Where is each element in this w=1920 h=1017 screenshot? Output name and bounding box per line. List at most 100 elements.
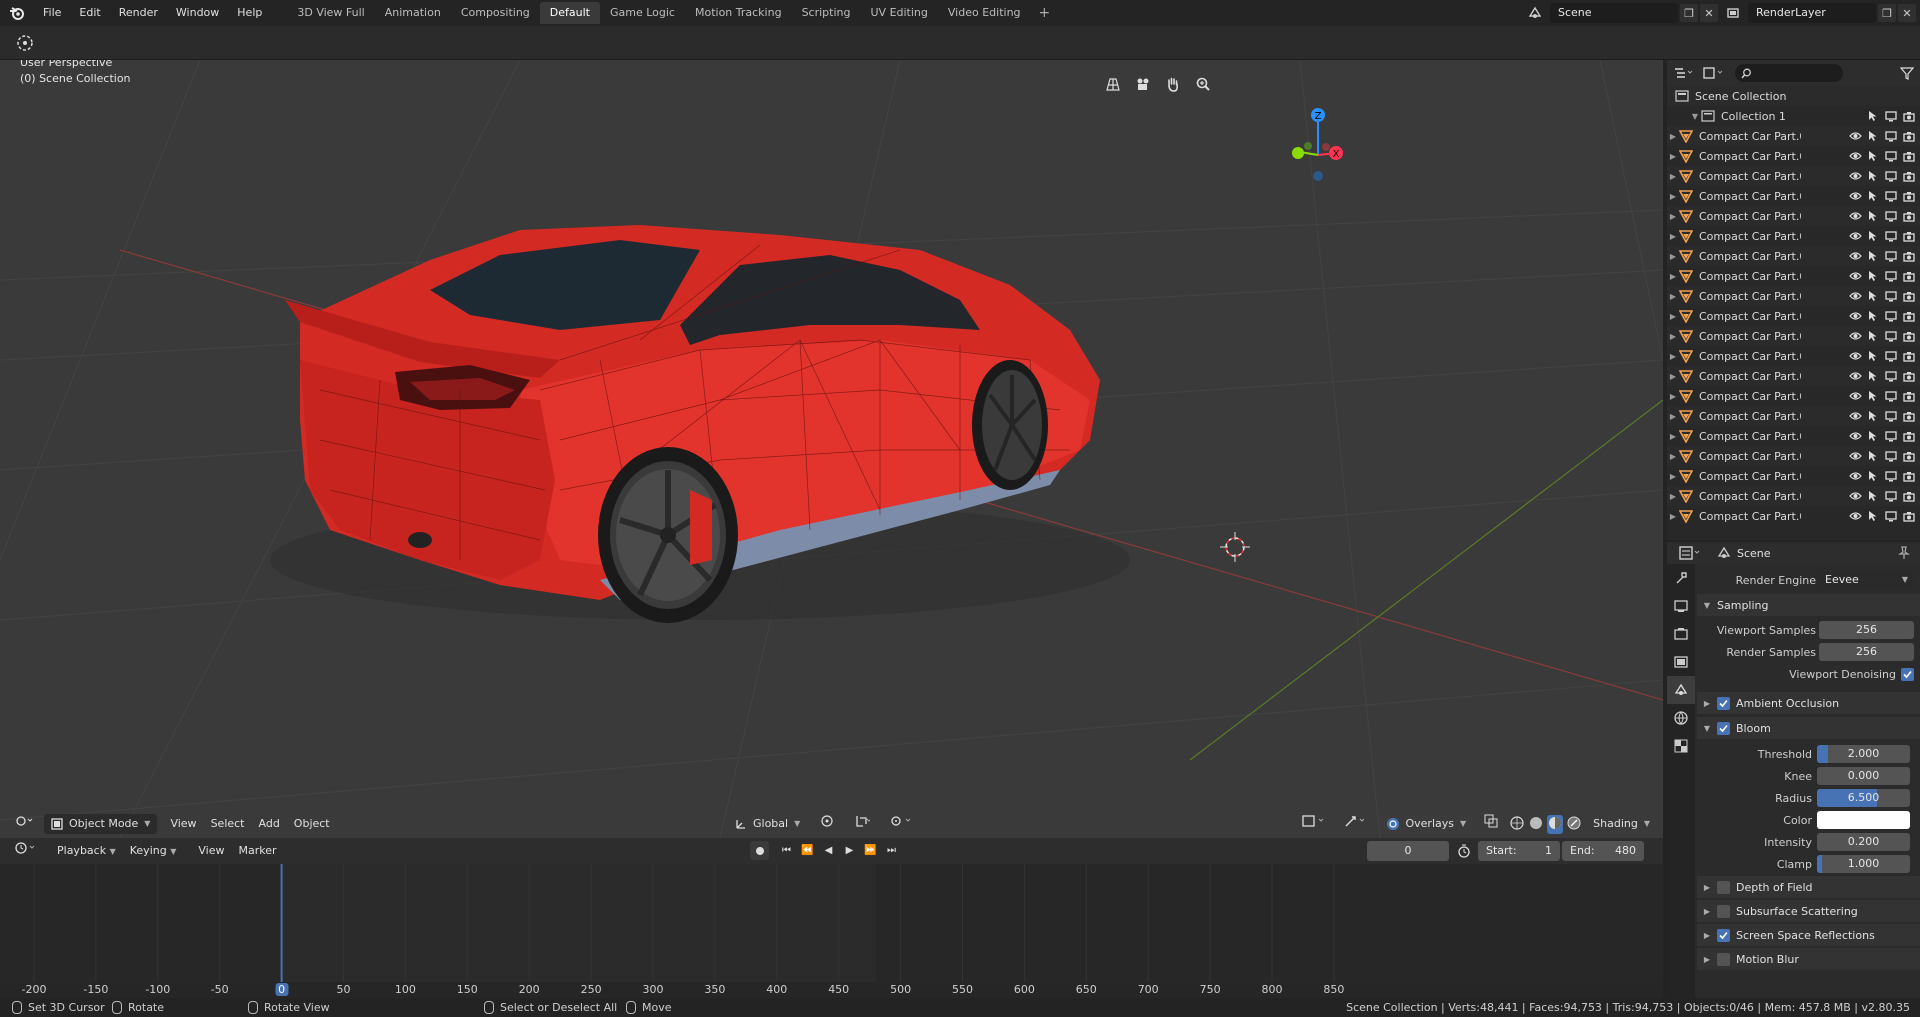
monitor-toggle-icon[interactable]	[1884, 489, 1898, 503]
select-toggle-icon[interactable]	[1866, 289, 1880, 303]
view-layer-name-field[interactable]: RenderLayer	[1748, 3, 1876, 23]
select-toggle-icon[interactable]	[1866, 489, 1880, 503]
monitor-toggle-icon[interactable]	[1884, 209, 1898, 223]
expand-arrow-icon[interactable]: ▶	[1667, 472, 1679, 481]
current-frame-field[interactable]: 0	[1367, 841, 1449, 861]
timeline-menu-marker[interactable]: Marker	[231, 841, 283, 861]
select-toggle-icon[interactable]	[1866, 369, 1880, 383]
texture-tab-icon[interactable]	[1667, 732, 1695, 760]
select-toggle-icon[interactable]	[1866, 469, 1880, 483]
monitor-toggle-icon[interactable]	[1884, 129, 1898, 143]
expand-arrow-icon[interactable]: ▶	[1667, 252, 1679, 261]
prev-keyframe-icon[interactable]: ⏪	[798, 841, 817, 860]
tab-game-logic[interactable]: Game Logic	[600, 2, 685, 24]
timeline-area[interactable]: -200 -150 -100 -50 0 50 100 150 200 250 300 350 400 4…	[0, 864, 1663, 998]
select-toggle-icon[interactable]	[1866, 189, 1880, 203]
camera-toggle-icon[interactable]	[1902, 129, 1916, 143]
monitor-toggle-icon[interactable]	[1884, 249, 1898, 263]
expand-arrow-icon[interactable]: ▶	[1667, 212, 1679, 221]
menu-edit[interactable]: Edit	[70, 0, 109, 26]
visibility-eye-icon[interactable]	[1848, 329, 1862, 343]
camera-toggle-icon[interactable]	[1902, 489, 1916, 503]
snap-icon[interactable]	[847, 814, 877, 834]
threshold-slider[interactable]: 2.000	[1817, 745, 1910, 763]
monitor-toggle-icon[interactable]	[1884, 429, 1898, 443]
camera-toggle-icon[interactable]	[1902, 149, 1916, 163]
orientation-dropdown[interactable]: Global ▼	[728, 814, 807, 834]
outliner-object-row[interactable]: ▶ Compact Car Part.0	[1667, 206, 1920, 226]
visibility-eye-icon[interactable]	[1848, 309, 1862, 323]
view-layer-copy-icon[interactable]: ❐	[1878, 4, 1896, 22]
end-frame-field[interactable]: End: 480	[1562, 841, 1644, 861]
tab-compositing[interactable]: Compositing	[451, 2, 540, 24]
render-samples-field[interactable]: 256	[1819, 643, 1914, 661]
monitor-toggle-icon[interactable]	[1884, 349, 1898, 363]
select-toggle-icon[interactable]	[1866, 109, 1880, 123]
output-tab-icon[interactable]	[1667, 620, 1695, 648]
select-toggle-icon[interactable]	[1866, 309, 1880, 323]
gizmo-toggle-icon[interactable]	[1337, 814, 1375, 834]
monitor-toggle-icon[interactable]	[1884, 449, 1898, 463]
tab-uv-editing[interactable]: UV Editing	[861, 2, 938, 24]
camera-toggle-icon[interactable]	[1902, 429, 1916, 443]
panel-checkbox[interactable]	[1717, 880, 1730, 894]
tab-animation[interactable]: Animation	[375, 2, 451, 24]
start-frame-field[interactable]: Start: 1	[1478, 841, 1560, 861]
expand-arrow-icon[interactable]: ▶	[1667, 432, 1679, 441]
tab-3d-view-full[interactable]: 3D View Full	[287, 2, 374, 24]
timeline-menu-view[interactable]: View	[191, 841, 231, 861]
rendered-shading-icon[interactable]	[1566, 815, 1582, 834]
camera-toggle-icon[interactable]	[1902, 229, 1916, 243]
editor-type-icon[interactable]	[8, 814, 40, 834]
ambient-occlusion-checkbox[interactable]	[1717, 696, 1730, 710]
tab-motion-tracking[interactable]: Motion Tracking	[685, 2, 792, 24]
camera-toggle-icon[interactable]	[1902, 369, 1916, 383]
visibility-eye-icon[interactable]	[1848, 389, 1862, 403]
camera-toggle-icon[interactable]	[1902, 269, 1916, 283]
outliner-object-row[interactable]: ▶ Compact Car Part.0(	[1667, 126, 1920, 146]
radius-slider[interactable]: 6.500	[1817, 789, 1910, 807]
wireframe-shading-icon[interactable]	[1509, 815, 1525, 834]
select-toggle-icon[interactable]	[1866, 269, 1880, 283]
select-toggle-icon[interactable]	[1866, 129, 1880, 143]
expand-arrow-icon[interactable]: ▶	[1667, 152, 1679, 161]
expand-arrow-icon[interactable]: ▶	[1667, 332, 1679, 341]
scene-close-icon[interactable]: ✕	[1700, 4, 1718, 22]
monitor-toggle-icon[interactable]	[1884, 409, 1898, 423]
expand-arrow-icon[interactable]: ▶	[1667, 132, 1679, 141]
navigation-gizmo[interactable]: Z X	[1292, 108, 1343, 181]
proportional-editing-icon[interactable]	[883, 814, 919, 834]
render-engine-dropdown[interactable]: Eevee ▼	[1819, 571, 1914, 589]
timeline-editor-type-icon[interactable]	[8, 841, 44, 861]
scene-copy-icon[interactable]: ❐	[1680, 4, 1698, 22]
expand-arrow-icon[interactable]: ▶	[1667, 272, 1679, 281]
blender-logo-icon[interactable]	[4, 0, 30, 26]
monitor-toggle-icon[interactable]	[1884, 189, 1898, 203]
select-toggle-icon[interactable]	[1866, 149, 1880, 163]
outliner-object-row[interactable]: ▶ Compact Car Part.0	[1667, 386, 1920, 406]
camera-toggle-icon[interactable]	[1902, 409, 1916, 423]
scene-type-icon[interactable]	[1526, 4, 1544, 22]
visibility-eye-icon[interactable]	[1848, 249, 1862, 263]
select-toggle-icon[interactable]	[1866, 329, 1880, 343]
3d-viewport[interactable]: Z X User Perspective (0) Scene Collectio…	[0, 60, 1663, 838]
monitor-toggle-icon[interactable]	[1884, 309, 1898, 323]
knee-slider[interactable]: 0.000	[1817, 767, 1910, 785]
clamp-slider[interactable]: 1.000	[1817, 855, 1910, 873]
menu-help[interactable]: Help	[228, 0, 271, 26]
play-reverse-icon[interactable]: ◀	[819, 841, 838, 860]
collapsed-panel-header[interactable]: ▶ Screen Space Reflections	[1697, 924, 1920, 946]
car-model[interactable]	[270, 225, 1130, 623]
visibility-eye-icon[interactable]	[1848, 229, 1862, 243]
outliner-object-row[interactable]: ▶ Compact Car Part.0	[1667, 306, 1920, 326]
outliner-search-input[interactable]	[1735, 64, 1843, 82]
pin-icon[interactable]	[1898, 546, 1910, 563]
pan-view-icon[interactable]	[1161, 72, 1185, 96]
camera-toggle-icon[interactable]	[1902, 189, 1916, 203]
properties-editor-type-icon[interactable]	[1679, 546, 1703, 560]
menu-add[interactable]: Add	[252, 814, 287, 834]
xray-toggle-icon[interactable]	[1477, 814, 1505, 834]
select-toggle-icon[interactable]	[1866, 229, 1880, 243]
camera-toggle-icon[interactable]	[1902, 289, 1916, 303]
collapsed-panel-header[interactable]: ▶ Depth of Field	[1697, 876, 1920, 898]
